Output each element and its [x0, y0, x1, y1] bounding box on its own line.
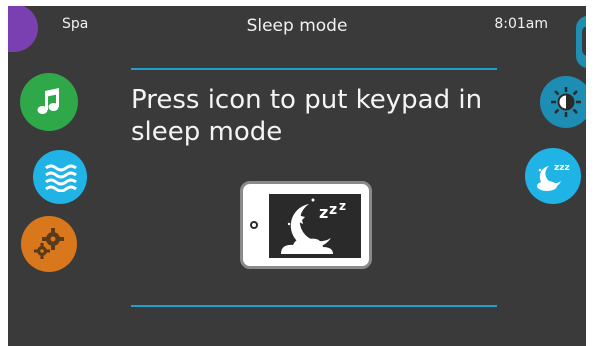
sleep-side-button[interactable]: zzz	[525, 148, 581, 204]
sleep-screen-graphic: z z z	[269, 194, 361, 258]
keypad-screen: Spa Sleep mode 8:01am zzz Press icon to …	[8, 6, 586, 346]
water-waves-icon	[45, 164, 77, 192]
water-button[interactable]	[33, 150, 87, 204]
next-button[interactable]	[576, 16, 586, 68]
top-divider	[131, 68, 497, 70]
gears-icon	[34, 228, 64, 259]
brightness-icon	[551, 87, 581, 117]
sleep-moon-icon: zzz	[537, 163, 570, 191]
sleep-mode-button[interactable]: z z z	[240, 181, 372, 269]
settings-button[interactable]	[21, 216, 77, 272]
next-button-cutout	[582, 26, 586, 56]
clock: 8:01am	[494, 16, 548, 32]
brightness-button[interactable]	[540, 76, 586, 128]
music-button[interactable]	[20, 73, 78, 131]
svg-text:zzz: zzz	[554, 163, 570, 173]
home-dot-icon	[250, 221, 258, 229]
sleep-moon-cloud-icon: z z z	[281, 198, 346, 254]
svg-text:z: z	[339, 199, 346, 213]
svg-text:z: z	[329, 202, 337, 218]
instruction-text: Press icon to put keypad in sleep mode	[131, 85, 483, 147]
bottom-divider	[131, 305, 497, 307]
music-note-icon	[37, 88, 59, 114]
svg-text:z: z	[319, 203, 328, 222]
